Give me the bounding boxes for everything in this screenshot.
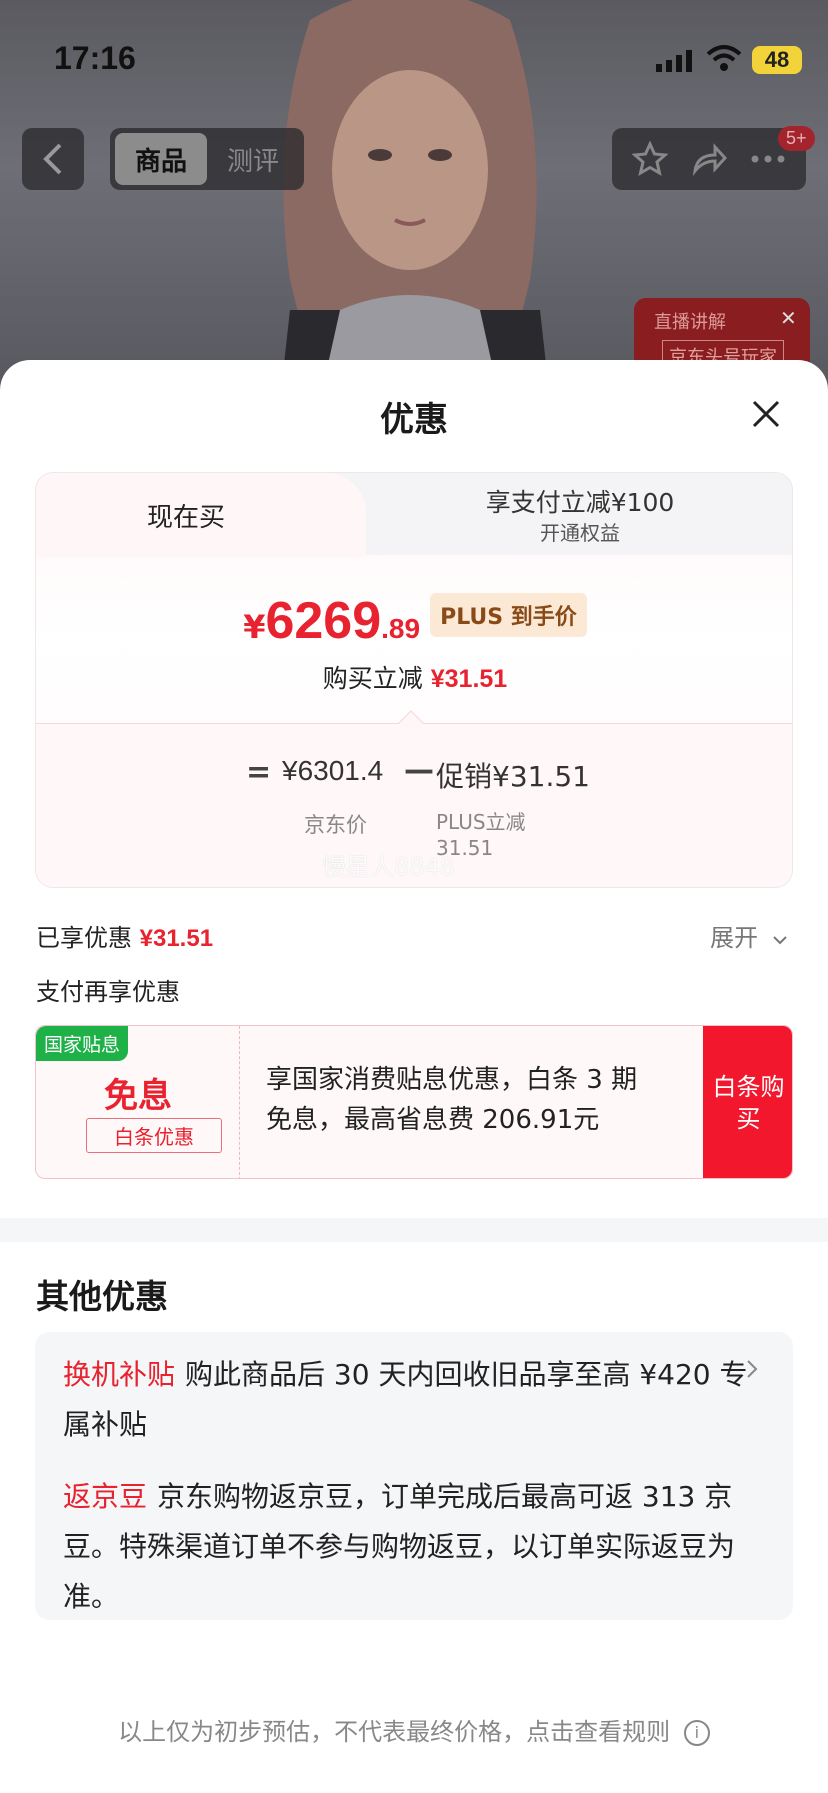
- back-button[interactable]: [22, 128, 84, 190]
- baitiao-label: 白条优惠: [86, 1118, 222, 1153]
- installment-offer-card[interactable]: 国家贴息 免息 白条优惠 享国家消费贴息优惠，白条 3 期免息，最高省息费 20…: [35, 1025, 793, 1179]
- tab-buy-now-label: 现在买: [146, 503, 225, 533]
- expand-label: 展开: [710, 924, 758, 952]
- minus-sign: —: [404, 753, 434, 788]
- price-currency: ¥: [243, 608, 266, 646]
- wifi-icon: [706, 45, 742, 71]
- installment-description: 享国家消费贴息优惠，白条 3 期免息，最高省息费 206.91元: [266, 1065, 638, 1135]
- status-time: 17:16: [54, 40, 136, 76]
- tab-product[interactable]: 商品: [115, 133, 207, 185]
- nav-actions: [612, 128, 806, 190]
- nav-segmented-tabs: 商品 测评: [110, 128, 304, 190]
- info-icon[interactable]: i: [683, 1720, 710, 1746]
- message-badge: 5+: [778, 126, 815, 151]
- close-icon[interactable]: [748, 396, 784, 432]
- national-subsidy-flag: 国家贴息: [36, 1026, 129, 1061]
- jd-price-value: ¥6301.4: [282, 755, 384, 786]
- close-icon[interactable]: ✕: [780, 306, 797, 330]
- jd-beans-tag: 返京豆: [63, 1480, 148, 1513]
- promo-value: 促销¥31.51: [436, 760, 590, 793]
- purchase-reduce-amount: ¥31.51: [430, 665, 508, 693]
- section-separator: [0, 1218, 828, 1242]
- live-popup-title: 直播讲解: [654, 312, 726, 333]
- enjoyed-discount: 已享优惠 ¥31.51: [36, 918, 213, 953]
- price-decimal: .89: [381, 613, 421, 644]
- equals-sign: =: [246, 755, 272, 790]
- chevron-left-icon: [43, 143, 62, 175]
- watermark: 慢星人8848: [322, 853, 456, 881]
- rules-footnote[interactable]: 以上仅为初步预估，不代表最终价格，点击查看规则 i: [0, 1712, 828, 1747]
- tab-pay-discount-label: 享支付立减¥100: [485, 488, 675, 517]
- pay-again-heading: 支付再享优惠: [36, 978, 180, 1006]
- other-discounts-box: 换机补贴 购此商品后 30 天内回收旧品享至高 ¥420 专属补贴 返京豆 京东购物…: [35, 1332, 793, 1620]
- enjoyed-label: 已享优惠: [36, 924, 132, 952]
- product-background: 17:16 48 商品 测评 5+ 直播讲解 京东头号玩家 ✕: [0, 0, 828, 420]
- expand-button[interactable]: 展开: [710, 918, 788, 953]
- final-price: ¥6269.89 PLUS 到手价: [36, 591, 792, 651]
- chevron-right-icon[interactable]: [745, 1358, 759, 1380]
- jd-price-label: 京东价: [304, 813, 367, 837]
- purchase-reduce: 购买立减 ¥31.51: [36, 659, 792, 695]
- sheet-title: 优惠: [380, 400, 448, 440]
- plus-price-tag: PLUS 到手价: [430, 593, 587, 637]
- baitiao-buy-button[interactable]: 白条购买: [703, 1026, 792, 1178]
- discount-sheet: 优惠 现在买 享支付立减¥100 开通权益 ¥6269.89 PLUS 到手价 购…: [0, 360, 828, 1793]
- tab-pay-discount-sublabel: 开通权益: [540, 521, 620, 545]
- jd-beans-item: 返京豆 京东购物返京豆，订单完成后最高可返 313 京豆。特殊渠道订单不参与购物返…: [63, 1472, 753, 1622]
- enjoyed-amount: ¥31.51: [139, 925, 214, 952]
- share-icon[interactable]: [687, 137, 731, 181]
- jd-beans-text: 京东购物返京豆，订单完成后最高可返 313 京豆。特殊渠道订单不参与购物返豆，以…: [63, 1480, 736, 1613]
- dashed-separator: [239, 1026, 240, 1178]
- other-discounts-title: 其他优惠: [36, 1277, 168, 1316]
- interest-free-headline: 免息: [104, 1076, 172, 1116]
- footnote-text: 以上仅为初步预估，不代表最终价格，点击查看规则: [118, 1718, 671, 1746]
- purchase-reduce-label: 购买立减: [322, 664, 423, 693]
- price-integer: 6269: [265, 592, 382, 650]
- chevron-down-icon: [772, 936, 787, 945]
- signal-icon: [656, 50, 692, 72]
- plus-reduce-label-line1: PLUS立减: [436, 810, 526, 834]
- trade-in-subsidy-item[interactable]: 换机补贴 购此商品后 30 天内回收旧品享至高 ¥420 专属补贴: [63, 1350, 753, 1450]
- tab-review[interactable]: 测评: [207, 133, 299, 185]
- trade-in-tag: 换机补贴: [63, 1358, 176, 1391]
- favorite-star-icon[interactable]: [628, 137, 672, 181]
- price-card: 现在买 享支付立减¥100 开通权益 ¥6269.89 PLUS 到手价 购买立减…: [35, 472, 793, 888]
- battery-indicator: 48: [752, 46, 802, 74]
- status-bar: 17:16 48: [0, 0, 828, 120]
